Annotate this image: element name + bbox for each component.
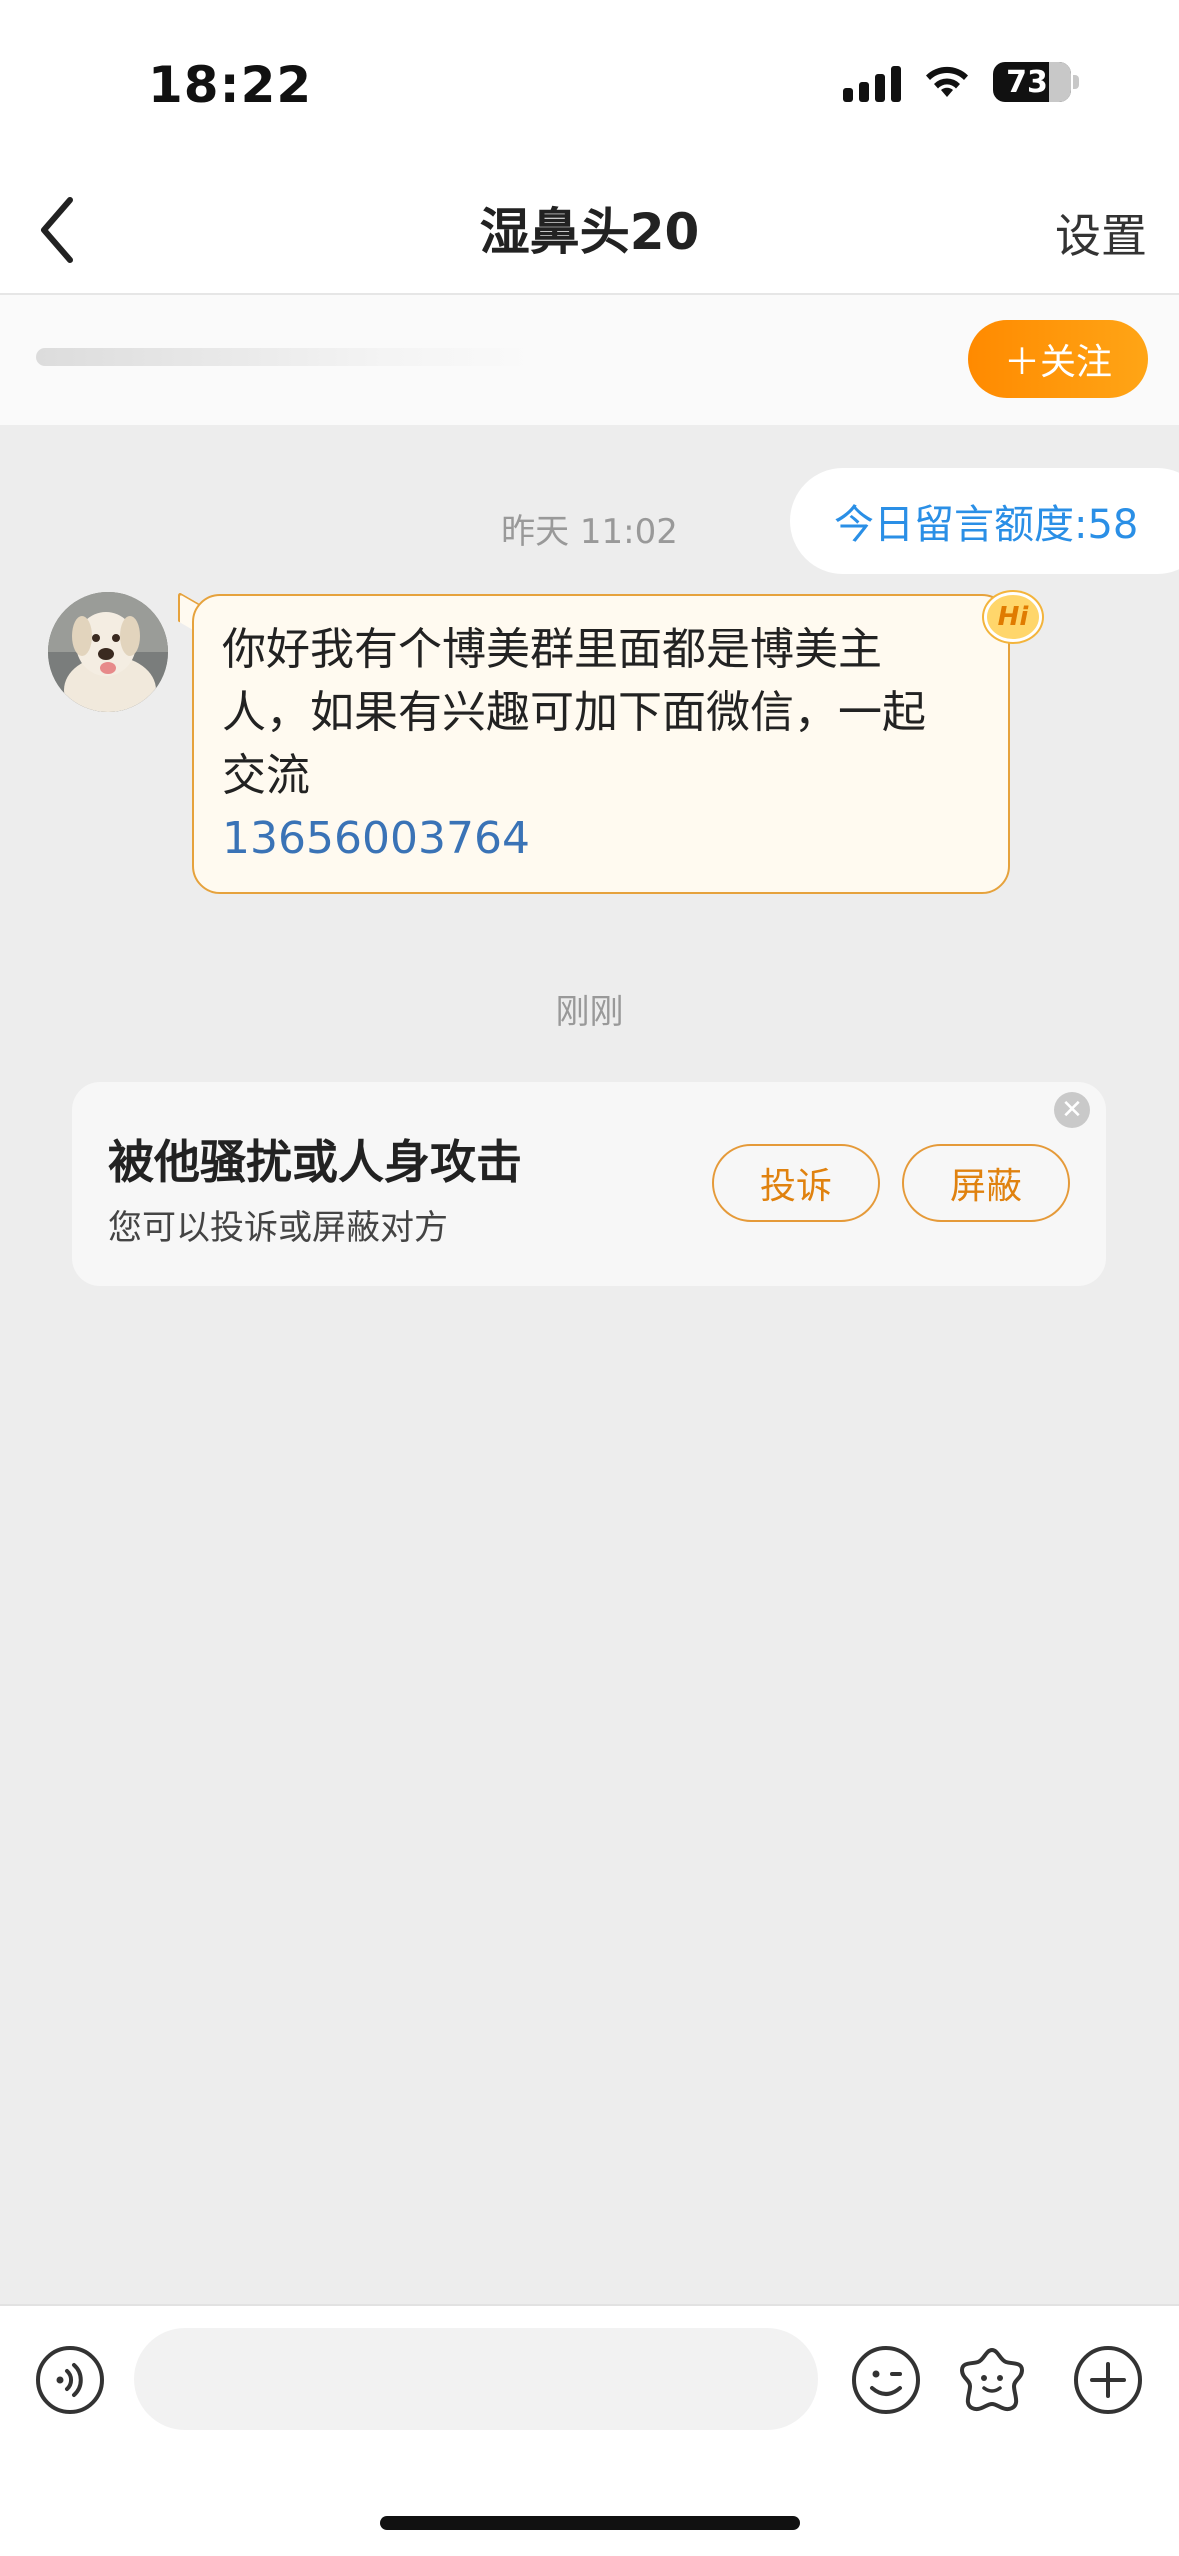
battery-icon: 73 [993, 62, 1079, 102]
report-card: 被他骚扰或人身攻击 您可以投诉或屏蔽对方 投诉 屏蔽 ✕ [72, 1082, 1106, 1286]
follow-button[interactable]: ＋关注 [968, 320, 1148, 398]
obscured-info [36, 348, 536, 366]
timestamp: 刚刚 [555, 992, 624, 1032]
close-icon[interactable]: ✕ [1054, 1092, 1090, 1128]
complain-button[interactable]: 投诉 [712, 1144, 880, 1222]
status-icons: 73 [843, 62, 1079, 102]
home-indicator[interactable] [380, 2516, 800, 2530]
message-bubble[interactable]: 你好我有个博美群里面都是博美主人，如果有兴趣可加下面微信，一起交流 136560… [192, 594, 1010, 894]
hi-badge: Hi [984, 592, 1042, 642]
report-title: 被他骚扰或人身攻击 [108, 1135, 522, 1189]
emoji-icon[interactable] [850, 2344, 922, 2416]
header: 18:22 73 湿鼻头20 设置 [0, 0, 1179, 295]
voice-icon[interactable] [34, 2344, 106, 2416]
battery-level: 73 [1006, 64, 1048, 100]
message-input[interactable] [134, 2328, 818, 2430]
signal-icon [843, 62, 901, 102]
page-title: 湿鼻头20 [479, 203, 700, 261]
report-subtitle: 您可以投诉或屏蔽对方 [108, 1208, 448, 1248]
timestamp: 昨天 11:02 [501, 512, 678, 552]
status-time: 18:22 [148, 56, 313, 114]
phone-link[interactable]: 13656003764 [222, 807, 968, 870]
settings-button[interactable]: 设置 [1055, 200, 1147, 266]
sticker-icon[interactable] [956, 2344, 1028, 2416]
block-button[interactable]: 屏蔽 [902, 1144, 1070, 1222]
wifi-icon [926, 66, 968, 97]
plus-icon[interactable] [1072, 2344, 1144, 2416]
message-text: 你好我有个博美群里面都是博美主人，如果有兴趣可加下面微信，一起交流 [222, 624, 926, 801]
dog-avatar-image [48, 592, 168, 712]
avatar[interactable] [48, 592, 168, 712]
